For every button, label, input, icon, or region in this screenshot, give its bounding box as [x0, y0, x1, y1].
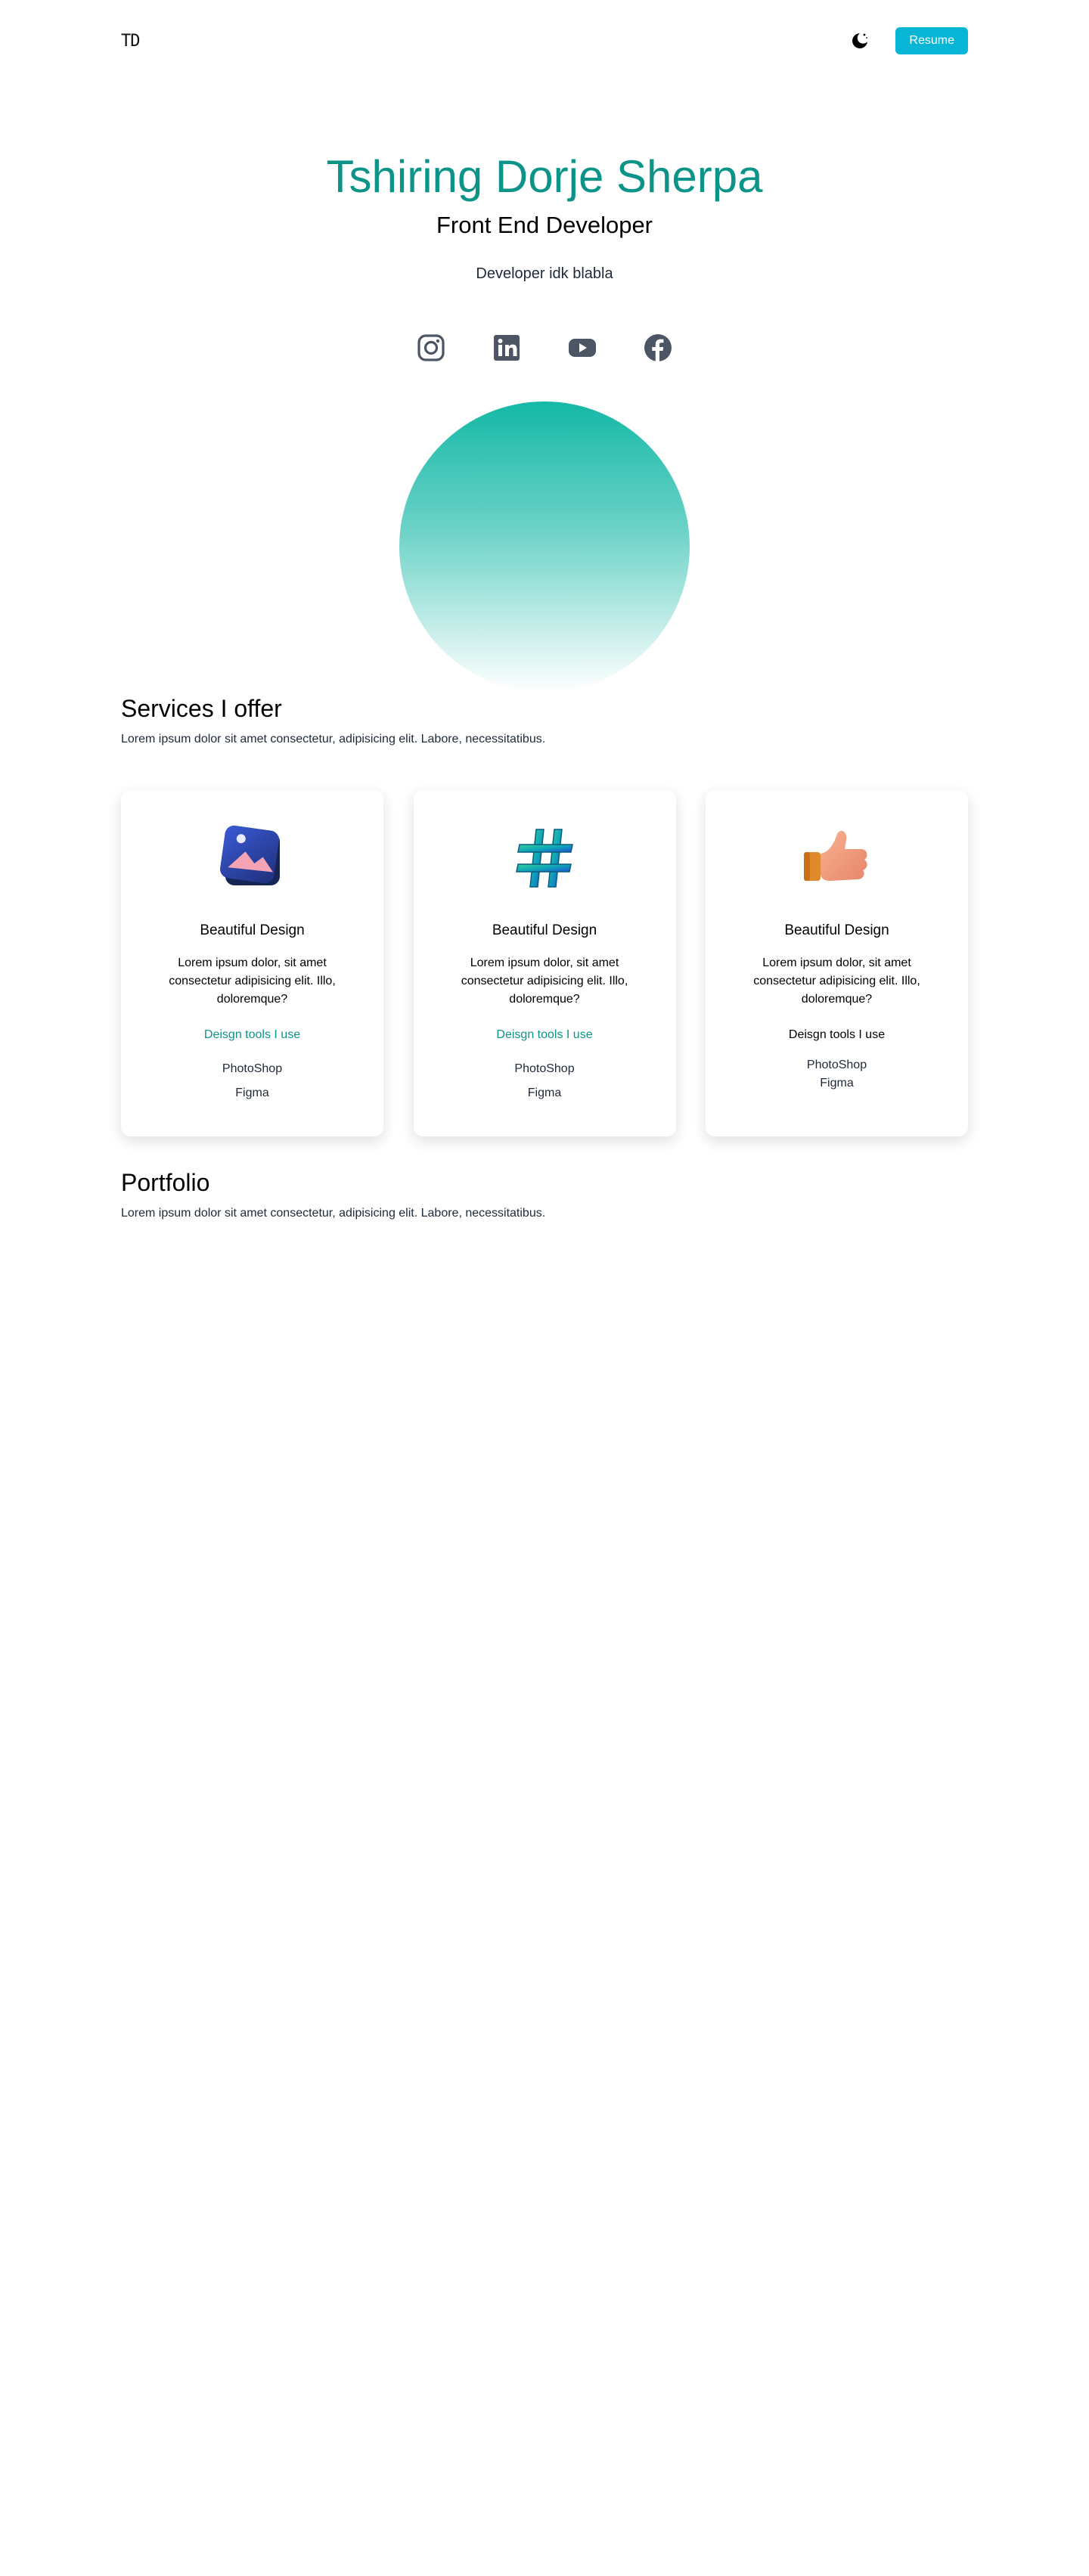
portfolio-title: Portfolio: [121, 1169, 210, 1196]
youtube-link[interactable]: [567, 333, 597, 363]
services-description: Lorem ipsum dolor sit amet consectetur, …: [121, 733, 546, 746]
service-card: Beautiful Design Lorem ipsum dolor, sit …: [413, 790, 676, 1136]
linkedin-link[interactable]: [492, 333, 522, 363]
card-title: Beautiful Design: [492, 922, 597, 938]
thumbs-up-icon: [804, 830, 867, 881]
instagram-link[interactable]: [416, 333, 446, 363]
tools-title: Deisgn tools I use: [496, 1028, 593, 1041]
tool-item: PhotoShop: [222, 1062, 283, 1075]
tools-title: Deisgn tools I use: [788, 1028, 886, 1041]
moon-icon[interactable]: [850, 31, 870, 51]
card-text: Lorem ipsum dolor, sit amet consectetur …: [461, 956, 628, 1006]
resume-button[interactable]: Resume: [895, 27, 968, 54]
nav-actions: Resume: [850, 27, 968, 54]
instagram-icon: [417, 334, 445, 361]
hero-tagline: Developer idk blabla: [476, 265, 613, 282]
tool-item: PhotoShop: [514, 1062, 575, 1075]
hashtag-icon: [515, 829, 573, 888]
tool-item: PhotoShop: [806, 1059, 867, 1071]
youtube-icon: [569, 339, 596, 357]
facebook-icon: [644, 334, 672, 361]
service-card: Beautiful Design Lorem ipsum dolor, sit …: [121, 790, 383, 1136]
card-title: Beautiful Design: [200, 922, 305, 938]
card-text: Lorem ipsum dolor, sit amet consectetur …: [753, 956, 920, 1006]
portfolio-description: Lorem ipsum dolor sit amet consectetur, …: [121, 1207, 546, 1220]
hero-name: Tshiring Dorje Sherpa: [326, 151, 763, 202]
navbar: TD Resume: [121, 27, 968, 54]
linkedin-icon: [494, 335, 520, 361]
services-title: Services I offer: [121, 695, 282, 722]
hero: Tshiring Dorje Sherpa Front End Develope…: [0, 150, 1089, 284]
tool-item: Figma: [527, 1087, 562, 1099]
social-links: [0, 333, 1089, 363]
facebook-link[interactable]: [643, 333, 673, 363]
services-cards: Beautiful Design Lorem ipsum dolor, sit …: [121, 790, 968, 1136]
card-title: Beautiful Design: [784, 922, 889, 938]
image-design-icon: [220, 825, 280, 885]
tool-item: Figma: [820, 1077, 854, 1090]
logo[interactable]: TD: [121, 32, 140, 51]
card-text: Lorem ipsum dolor, sit amet consectetur …: [169, 956, 336, 1006]
avatar: [399, 401, 690, 692]
service-card: Beautiful Design Lorem ipsum dolor, sit …: [706, 790, 968, 1136]
tools-title: Deisgn tools I use: [203, 1028, 301, 1041]
hero-role: Front End Developer: [436, 212, 653, 238]
tool-item: Figma: [235, 1087, 269, 1099]
